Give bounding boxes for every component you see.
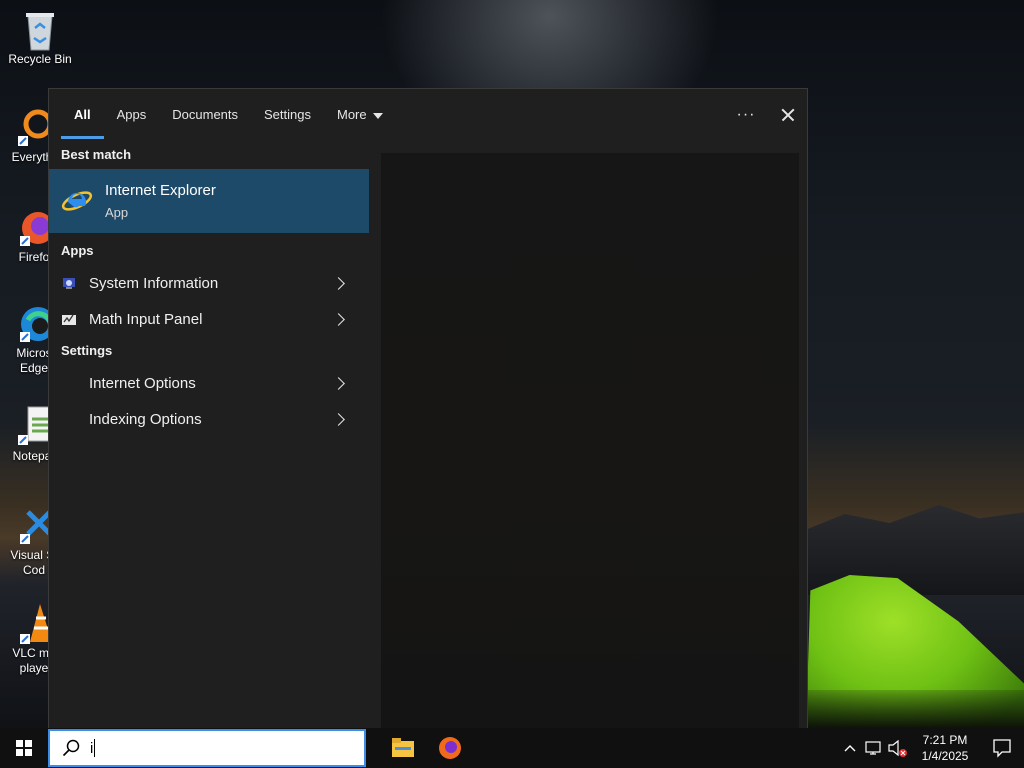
close-icon[interactable] [767, 89, 809, 141]
firefox-icon [438, 736, 462, 765]
everything-icon [12, 106, 53, 146]
result-label: Math Input Panel [89, 310, 203, 328]
tab-apps[interactable]: Apps [104, 89, 160, 141]
best-match-item[interactable]: Internet Explorer App [49, 169, 369, 233]
search-input[interactable]: i [90, 740, 93, 757]
settings-result-spacer [61, 375, 77, 391]
result-preview-pane [381, 153, 799, 729]
best-match-type: App [105, 205, 129, 220]
taskbar-clock[interactable]: 7:21 PM 1/4/2025 [910, 732, 980, 764]
settings-result-spacer [61, 411, 77, 427]
volume-muted-icon[interactable] [886, 728, 910, 768]
math-input-panel-icon [61, 311, 77, 327]
windows-logo-icon [16, 740, 32, 756]
search-filter-tabs: All Apps Documents Settings More ··· [49, 89, 809, 141]
chevron-right-icon[interactable] [332, 376, 345, 390]
tab-more-label: More [337, 107, 367, 122]
chevron-down-icon [372, 112, 383, 119]
taskbar-search-box[interactable]: i [48, 729, 366, 767]
apps-heading: Apps [61, 243, 94, 258]
chevron-right-icon[interactable] [332, 276, 345, 290]
taskbar-file-explorer[interactable] [378, 728, 426, 768]
tab-more[interactable]: More [324, 89, 396, 141]
chevron-right-icon[interactable] [332, 412, 345, 426]
best-match-heading: Best match [61, 147, 132, 162]
chevron-right-icon[interactable] [332, 312, 345, 326]
search-icon [62, 739, 80, 757]
start-button[interactable] [0, 728, 48, 768]
notification-icon[interactable] [980, 728, 1024, 768]
result-system-information[interactable]: System Information [49, 265, 369, 301]
chevron-up-icon[interactable] [838, 728, 862, 768]
result-label: System Information [89, 274, 219, 292]
settings-heading: Settings [61, 343, 113, 358]
clock-time: 7:21 PM [922, 733, 968, 747]
system-information-icon [61, 275, 77, 291]
tab-all[interactable]: All [61, 89, 104, 141]
panel-actions: ··· [725, 89, 809, 141]
internet-explorer-icon [61, 185, 93, 217]
taskbar: i 7:21 PM 1/4/2025 [0, 728, 1024, 768]
best-match-name: Internet Explorer [105, 182, 216, 199]
recycle-bin-icon [20, 8, 60, 51]
text-cursor [94, 739, 96, 757]
taskbar-firefox[interactable] [426, 728, 474, 768]
result-internet-options[interactable]: Internet Options [49, 365, 369, 401]
tab-documents[interactable]: Documents [159, 89, 251, 141]
result-label: Indexing Options [89, 410, 202, 428]
clock-date: 1/4/2025 [921, 749, 969, 763]
ellipsis-icon[interactable]: ··· [725, 106, 767, 124]
system-tray: 7:21 PM 1/4/2025 [838, 728, 1024, 768]
result-label: Internet Options [89, 374, 196, 392]
desktop-icon-recycle-bin[interactable]: Recycle Bin [2, 8, 78, 67]
result-math-input-panel[interactable]: Math Input Panel [49, 301, 369, 337]
search-panel: All Apps Documents Settings More ··· Bes… [48, 88, 809, 729]
network-icon[interactable] [862, 728, 886, 768]
search-results: Best match Internet Explorer App Apps Sy… [49, 141, 369, 437]
wallpaper-ground [806, 690, 1024, 730]
result-indexing-options[interactable]: Indexing Options [49, 401, 369, 437]
notepad-icon [12, 405, 53, 445]
tab-settings[interactable]: Settings [251, 89, 324, 141]
file-explorer-icon [392, 738, 414, 763]
